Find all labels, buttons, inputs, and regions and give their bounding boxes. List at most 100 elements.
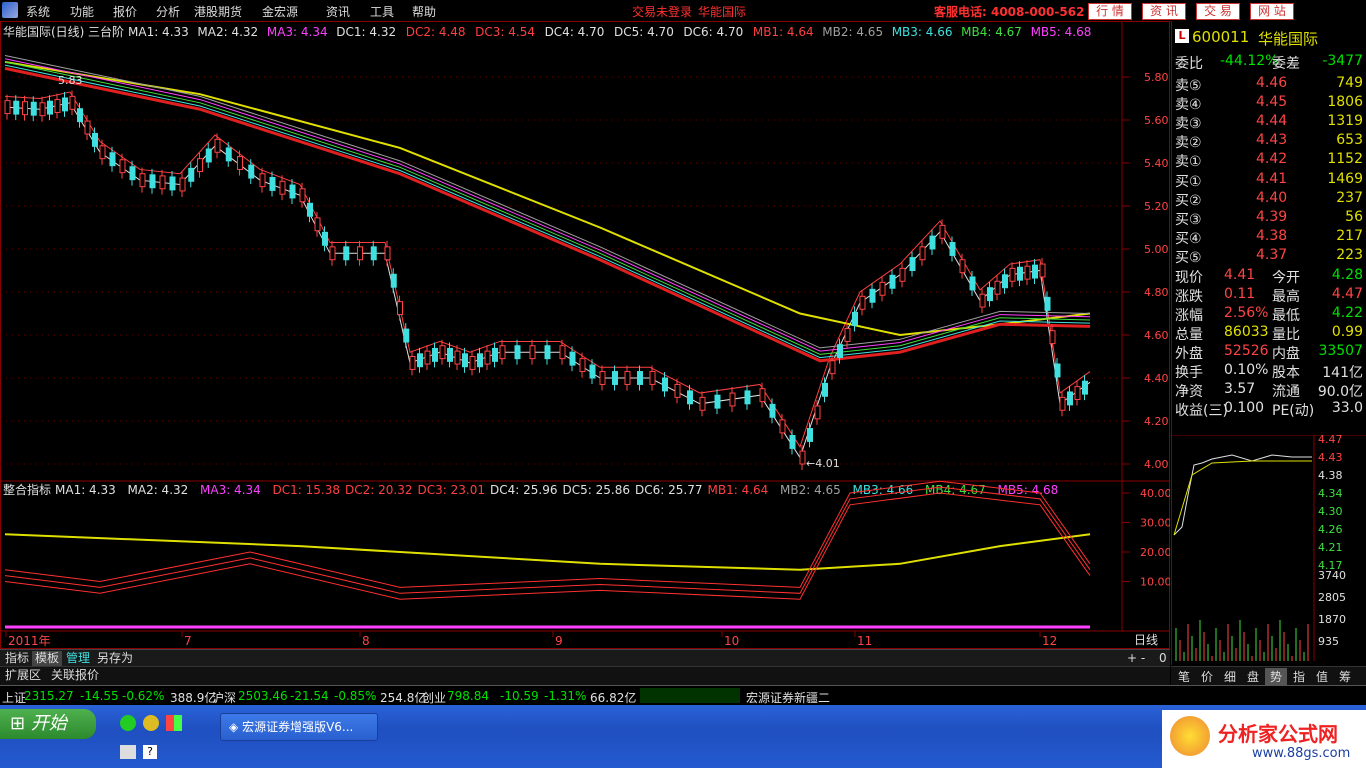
candle-body: [22, 101, 28, 116]
main-legend-item: MB2: 4.65: [822, 25, 883, 39]
bid-label: 买③: [1175, 212, 1202, 228]
candle-body: [1039, 263, 1046, 278]
tab-related-quote[interactable]: 关联报价: [48, 668, 102, 683]
side-tab-1[interactable]: 价: [1196, 668, 1218, 685]
candle-body: [77, 108, 83, 123]
tab-template[interactable]: 模板: [32, 651, 63, 666]
candle-body: [477, 353, 483, 368]
time-tick: 12: [1042, 634, 1057, 648]
quicklaunch-icon[interactable]: [143, 715, 159, 731]
candle-body: [744, 390, 751, 405]
candle-body: [307, 202, 313, 217]
news-button[interactable]: 资 讯: [1142, 3, 1186, 20]
menu-help[interactable]: 帮助: [412, 3, 436, 20]
stat-value: 4.47: [1331, 286, 1363, 302]
candle-body: [384, 246, 391, 261]
candle-body: [322, 231, 328, 246]
menu-function[interactable]: 功能: [70, 3, 94, 20]
mini-tick: 935: [1318, 635, 1339, 648]
side-tab-4[interactable]: 势: [1265, 668, 1287, 685]
stat-value: 2.56%: [1224, 305, 1269, 321]
candle-body: [149, 174, 156, 189]
start-button[interactable]: ⊞ 开始: [0, 709, 96, 739]
candle-body: [759, 388, 766, 403]
side-tab-7[interactable]: 筹: [1334, 668, 1356, 685]
menu-news[interactable]: 资讯: [326, 3, 350, 20]
candle-body: [409, 356, 416, 370]
candle-body: [649, 371, 656, 385]
candle-body: [837, 344, 843, 359]
tab-manage[interactable]: 管理: [63, 651, 93, 666]
time-tick: 7: [184, 634, 192, 648]
candle-body: [799, 450, 806, 465]
dc2-line: [4, 91, 1091, 448]
mini-tick: 1870: [1318, 613, 1346, 626]
main-legend-item: DC6: 4.70: [683, 25, 743, 39]
help-icon[interactable]: ?: [143, 745, 157, 759]
extension-tabs: 扩展区 关联报价: [0, 666, 1170, 685]
stock-code: 600011: [1192, 28, 1250, 46]
windows-media-icon[interactable]: [166, 715, 182, 731]
side-tab-0[interactable]: 笔: [1173, 668, 1195, 685]
trade-button[interactable]: 交 易: [1196, 3, 1240, 20]
price-tick: 4.80: [1144, 286, 1169, 299]
zoom-in-button[interactable]: + -: [1124, 651, 1148, 666]
period-label[interactable]: 日线: [1134, 633, 1158, 647]
sub-tick: 10.00: [1140, 576, 1170, 589]
price-tick: 4.60: [1144, 329, 1169, 342]
candle-body: [259, 173, 266, 188]
candle-body: [99, 145, 106, 160]
side-tab-3[interactable]: 盘: [1242, 668, 1264, 685]
tab-indicator[interactable]: 指标: [2, 651, 32, 666]
candle-body: [397, 301, 403, 316]
chart-area[interactable]: 华能国际(日线) 三台阶 MA1: 4.33 MA2: 4.32 MA3: 4.34…: [0, 21, 1172, 649]
candle-body: [1032, 264, 1038, 279]
weibi-value: -44.12%: [1220, 53, 1279, 69]
app-logo-icon: [2, 2, 18, 18]
taskbar-item-app[interactable]: ◈ 宏源证券增强版V6...: [220, 713, 378, 741]
bid-label: 买④: [1175, 231, 1202, 247]
sub-legend-item: MA2: 4.32: [128, 483, 189, 497]
status-item: 上证: [2, 691, 27, 705]
website-button[interactable]: 网 站: [1250, 3, 1294, 20]
menu-tools[interactable]: 工具: [370, 3, 394, 20]
candle-body: [188, 167, 195, 182]
zoom-reset-button[interactable]: 0: [1156, 651, 1170, 666]
bid-volume: 56: [1345, 209, 1363, 225]
menu-hk-futures[interactable]: 港股期货: [194, 3, 242, 20]
tab-save-as[interactable]: 另存为: [94, 651, 136, 666]
candle-body: [959, 259, 966, 274]
bid-price: 4.40: [1256, 190, 1288, 206]
side-tab-5[interactable]: 指: [1288, 668, 1310, 685]
stat-value: 33.0: [1331, 400, 1363, 416]
ask-price: 4.45: [1256, 94, 1288, 110]
quote-panel: L 600011 华能国际 委比 -44.12% 委差 -3477 卖⑤ 4.46…: [1171, 21, 1366, 665]
bid-price: 4.37: [1256, 247, 1288, 263]
trade-login-status: 交易未登录: [632, 5, 693, 19]
tab-extension[interactable]: 扩展区: [2, 668, 44, 683]
keyboard-icon[interactable]: [120, 745, 136, 759]
side-tab-6[interactable]: 值: [1311, 668, 1333, 685]
mb-line-1: [4, 61, 1091, 355]
candle-body: [1059, 396, 1066, 411]
ie-icon[interactable]: [120, 715, 136, 731]
menu-jinhongyuan[interactable]: 金宏源: [262, 3, 298, 20]
candle-body: [492, 347, 498, 362]
candle-body: [159, 175, 166, 190]
intraday-mini-chart[interactable]: 4.474.434.384.344.304.264.214.1737402805…: [1172, 435, 1366, 661]
main-legend: 华能国际(日线) 三台阶 MA1: 4.33 MA2: 4.32 MA3: 4.34…: [3, 24, 1091, 39]
menu-system[interactable]: 系统: [26, 3, 50, 20]
sub-tick: 20.00: [1140, 546, 1170, 559]
kline-chart[interactable]: 华能国际(日线) 三台阶 MA1: 4.33 MA2: 4.32 MA3: 4.34…: [0, 21, 1172, 649]
menu-quote[interactable]: 报价: [113, 3, 137, 20]
sub-legend-item: DC5: 25.86: [563, 483, 630, 497]
menu-analysis[interactable]: 分析: [156, 3, 180, 20]
candle-body: [994, 280, 1001, 295]
quote-button[interactable]: 行 情: [1088, 3, 1132, 20]
stat-label: 股本: [1272, 365, 1300, 381]
stat-value: 4.41: [1224, 267, 1256, 283]
mb1-line: [4, 66, 1091, 363]
stat-row: 收益(三) 0.100 PE(动) 33.0: [1172, 399, 1366, 419]
sub-legend: 整合指标 MA1: 4.33 MA2: 4.32 MA3: 4.34 DC1: 15.…: [3, 482, 1058, 497]
side-tab-2[interactable]: 细: [1219, 668, 1241, 685]
